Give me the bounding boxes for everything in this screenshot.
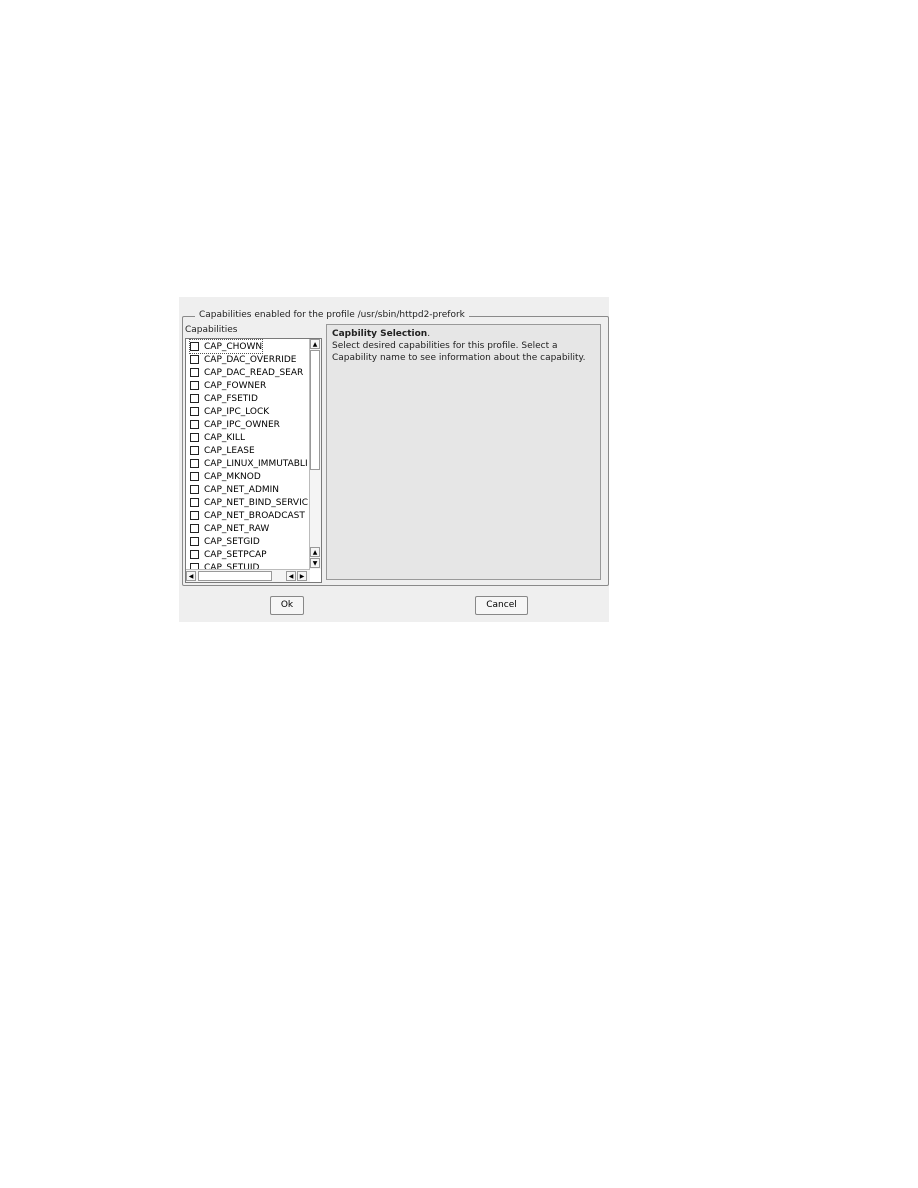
capability-label: CAP_KILL <box>204 432 245 443</box>
capability-checkbox[interactable] <box>190 498 199 507</box>
horizontal-scroll-thumb[interactable] <box>198 571 272 581</box>
capability-label: CAP_DAC_READ_SEAR <box>204 367 304 378</box>
capability-item[interactable]: CAP_KILL <box>190 431 245 444</box>
capability-checkbox[interactable] <box>190 550 199 559</box>
capability-checkbox[interactable] <box>190 407 199 416</box>
capabilities-list[interactable]: CAP_SETUID CAP_SETPCAP CAP_SETGID CAP_NET_R… <box>185 338 322 583</box>
scroll-left-icon[interactable]: ◀ <box>286 571 296 581</box>
capability-checkbox[interactable] <box>190 420 199 429</box>
capability-item[interactable]: CAP_LINUX_IMMUTABLI <box>190 457 308 470</box>
capability-item[interactable]: CAP_DAC_READ_SEAR <box>190 366 303 379</box>
capability-item[interactable]: CAP_CHOWN <box>188 339 264 354</box>
capability-label: CAP_SETPCAP <box>204 549 267 560</box>
vertical-scroll-thumb[interactable] <box>310 350 320 470</box>
capability-label: CAP_FSETID <box>204 393 258 404</box>
capability-checkbox[interactable] <box>190 355 199 364</box>
capability-item[interactable]: CAP_NET_BROADCAST <box>190 509 305 522</box>
ok-button[interactable]: Ok <box>270 596 304 615</box>
capability-checkbox[interactable] <box>190 472 199 481</box>
capability-item[interactable]: CAP_MKNOD <box>190 470 261 483</box>
capability-label: CAP_DAC_OVERRIDE <box>204 354 297 365</box>
capability-checkbox[interactable] <box>190 433 199 442</box>
capability-label: CAP_NET_ADMIN <box>204 484 280 495</box>
capability-item[interactable]: CAP_IPC_LOCK <box>190 405 269 418</box>
cancel-button[interactable]: Cancel <box>475 596 528 615</box>
capability-checkbox[interactable] <box>190 485 199 494</box>
capability-checkbox[interactable] <box>190 459 199 468</box>
capability-item[interactable]: CAP_SETPCAP <box>190 548 267 561</box>
capability-item[interactable]: CAP_FSETID <box>190 392 258 405</box>
capability-label: CAP_FOWNER <box>204 380 267 391</box>
capabilities-dialog: Capabilities enabled for the profile /us… <box>179 297 609 622</box>
capability-checkbox[interactable] <box>190 537 199 546</box>
capability-label: CAP_SETGID <box>204 536 260 547</box>
info-heading: Capbility Selection <box>332 329 428 339</box>
scroll-down-icon[interactable]: ▼ <box>310 558 320 568</box>
capability-label: CAP_CHOWN <box>204 341 263 352</box>
capability-item[interactable]: CAP_IPC_OWNER <box>190 418 280 431</box>
capability-checkbox[interactable] <box>190 511 199 520</box>
capability-checkbox[interactable] <box>190 381 199 390</box>
capability-label: CAP_LINUX_IMMUTABLI <box>204 458 308 469</box>
capability-checkbox[interactable] <box>190 524 199 533</box>
scroll-left-icon[interactable]: ◀ <box>186 571 196 581</box>
capability-label: CAP_MKNOD <box>204 471 261 482</box>
horizontal-scrollbar[interactable]: ◀ ◀ ▶ <box>186 569 310 582</box>
scroll-right-icon[interactable]: ▶ <box>297 571 307 581</box>
scroll-up-icon[interactable]: ▲ <box>310 547 320 557</box>
capability-item[interactable]: CAP_NET_BIND_SERVIC <box>190 496 308 509</box>
info-pane: Capbility Selection. Select desired capa… <box>326 324 601 580</box>
capability-item[interactable]: CAP_DAC_OVERRIDE <box>190 353 296 366</box>
capabilities-label: Capabilities <box>185 325 238 335</box>
capability-item[interactable]: CAP_SETGID <box>190 535 260 548</box>
capability-label: CAP_IPC_OWNER <box>204 419 280 430</box>
capability-item[interactable]: CAP_FOWNER <box>190 379 266 392</box>
capability-item[interactable]: CAP_NET_RAW <box>190 522 269 535</box>
info-text: Select desired capabilities for this pro… <box>332 341 586 363</box>
scroll-up-icon[interactable]: ▲ <box>310 339 320 349</box>
capability-checkbox[interactable] <box>190 342 199 351</box>
vertical-scrollbar[interactable]: ▲ ▲ ▼ <box>309 339 321 569</box>
capability-checkbox[interactable] <box>190 394 199 403</box>
capability-item[interactable]: CAP_LEASE <box>190 444 255 457</box>
capability-label: CAP_NET_RAW <box>204 523 270 534</box>
capability-label: CAP_IPC_LOCK <box>204 406 270 417</box>
capability-checkbox[interactable] <box>190 446 199 455</box>
capability-label: CAP_NET_BIND_SERVIC <box>204 497 309 508</box>
capability-label: CAP_LEASE <box>204 445 255 456</box>
capability-checkbox[interactable] <box>190 368 199 377</box>
capability-label: CAP_NET_BROADCAST <box>204 510 305 521</box>
group-title: Capabilities enabled for the profile /us… <box>195 310 469 320</box>
capability-item[interactable]: CAP_NET_ADMIN <box>190 483 279 496</box>
